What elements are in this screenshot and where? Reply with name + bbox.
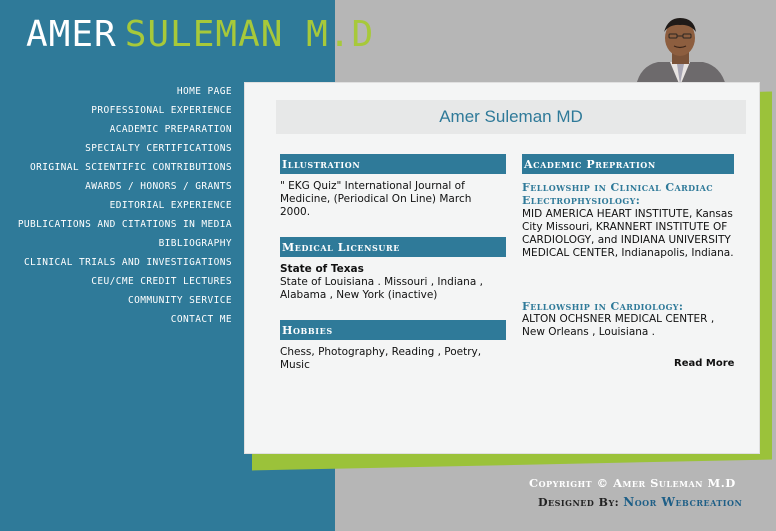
nav-item-scientific-contributions[interactable]: ORIGINAL SCIENTIFIC CONTRIBUTIONS bbox=[0, 158, 262, 177]
licensure-heading: Medical Licensure bbox=[280, 237, 506, 257]
nav-item-publications[interactable]: PUBLICATIONS AND CITATIONS IN MEDIA bbox=[0, 215, 262, 234]
designer-prefix: Designed By: bbox=[538, 496, 620, 509]
designer-credit: Designed By: Noor Webcreation bbox=[538, 495, 742, 509]
nav-label: BIBLIOGRAPHY bbox=[158, 238, 232, 249]
nav-label: SPECIALTY CERTIFICATIONS bbox=[85, 143, 232, 154]
nav-item-community-service[interactable]: COMMUNITY SERVICE bbox=[0, 291, 262, 310]
logo-last-name: SULEMAN M.D bbox=[124, 14, 375, 55]
main-nav: HOME PAGE PROFESSIONAL EXPERIENCE ACADEM… bbox=[0, 82, 262, 329]
fellowship-cardiology-text: ALTON OCHSNER MEDICAL CENTER , New Orlea… bbox=[522, 313, 715, 338]
designer-link[interactable]: Noor Webcreation bbox=[623, 495, 742, 509]
fellowship-ep-text: MID AMERICA HEART INSTITUTE, Kansas City… bbox=[522, 208, 734, 259]
nav-label: PROFESSIONAL EXPERIENCE bbox=[91, 105, 232, 116]
page-header: Amer Suleman MD bbox=[276, 100, 746, 134]
illustration-heading: Illustration bbox=[280, 154, 506, 174]
nav-label: CEU/CME CREDIT LECTURES bbox=[91, 276, 232, 287]
nav-item-clinical-trials[interactable]: CLINICAL TRIALS AND INVESTIGATIONS bbox=[0, 253, 262, 272]
nav-label: CONTACT ME bbox=[170, 314, 232, 325]
nav-item-contact-me[interactable]: CONTACT ME bbox=[0, 310, 262, 329]
hobbies-heading: Hobbies bbox=[280, 320, 506, 340]
nav-item-awards[interactable]: AWARDS / HONORS / GRANTS bbox=[0, 177, 262, 196]
nav-label: COMMUNITY SERVICE bbox=[127, 295, 232, 306]
nav-label: ORIGINAL SCIENTIFIC CONTRIBUTIONS bbox=[30, 162, 232, 173]
nav-label: HOME PAGE bbox=[176, 86, 232, 97]
fellowship-ep-title: Fellowship in Clinical Cardiac Electroph… bbox=[522, 181, 713, 207]
licensure-text: State of Louisiana . Missouri , Indiana … bbox=[280, 276, 483, 301]
nav-label: EDITORIAL EXPERIENCE bbox=[109, 200, 232, 211]
nav-label: PUBLICATIONS AND CITATIONS IN MEDIA bbox=[17, 219, 232, 230]
nav-label: CLINICAL TRIALS AND INVESTIGATIONS bbox=[23, 257, 232, 268]
nav-item-academic-preparation[interactable]: ACADEMIC PREPARATION bbox=[0, 120, 262, 139]
nav-item-editorial-experience[interactable]: EDITORIAL EXPERIENCE bbox=[0, 196, 262, 215]
read-more-link[interactable]: Read More bbox=[674, 358, 734, 369]
site-logo[interactable]: AMER SULEMAN M.D bbox=[26, 14, 374, 55]
logo-first-name: AMER bbox=[26, 14, 117, 55]
nav-item-specialty-certifications[interactable]: SPECIALTY CERTIFICATIONS bbox=[0, 139, 262, 158]
nav-label: ACADEMIC PREPARATION bbox=[109, 124, 232, 135]
nav-item-bibliography[interactable]: BIBLIOGRAPHY bbox=[0, 234, 262, 253]
page-title: Amer Suleman MD bbox=[439, 107, 583, 126]
portrait-photo bbox=[628, 14, 733, 86]
nav-item-professional-experience[interactable]: PROFESSIONAL EXPERIENCE bbox=[0, 101, 262, 120]
nav-label: AWARDS / HONORS / GRANTS bbox=[85, 181, 232, 192]
licensure-block: State of Texas State of Louisiana . Miss… bbox=[280, 263, 506, 302]
licensure-state: State of Texas bbox=[280, 263, 364, 275]
nav-item-ceu-cme[interactable]: CEU/CME CREDIT LECTURES bbox=[0, 272, 262, 291]
copyright-text: Copyright © Amer Suleman M.D bbox=[529, 476, 736, 490]
nav-item-home[interactable]: HOME PAGE bbox=[0, 82, 262, 101]
hobbies-text: Chess, Photography, Reading , Poetry, Mu… bbox=[280, 346, 482, 371]
fellowship-cardiology-title: Fellowship in Cardiology: bbox=[522, 300, 684, 313]
academic-heading: Academic Prepration bbox=[522, 154, 734, 174]
illustration-text: " EKG Quiz" International Journal of Med… bbox=[280, 180, 472, 218]
